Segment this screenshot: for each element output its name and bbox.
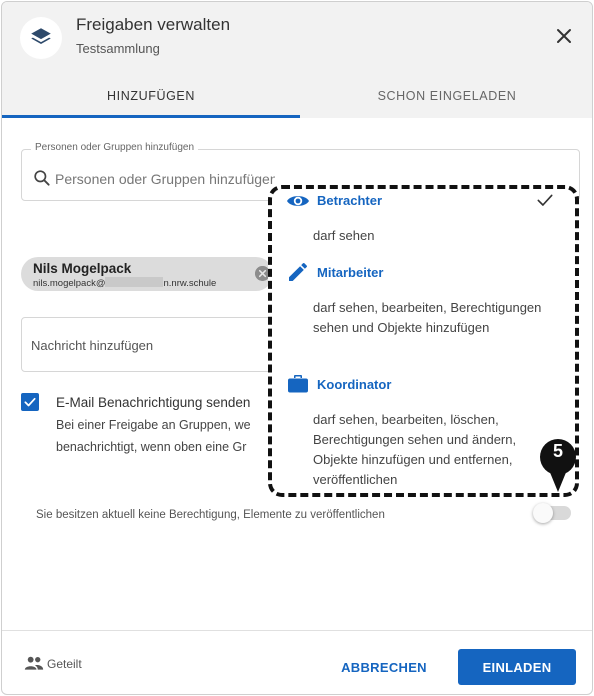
- tab-add[interactable]: HINZUFÜGEN: [2, 78, 300, 118]
- role-option-betrachter[interactable]: Betrachter: [317, 193, 382, 208]
- recipient-name: Nils Mogelpack: [33, 261, 132, 276]
- close-icon[interactable]: [552, 24, 576, 48]
- role-option-koordinator[interactable]: Koordinator: [317, 377, 391, 392]
- role-description-koordinator: darf sehen, bearbeiten, löschen, Berecht…: [313, 412, 517, 487]
- search-input[interactable]: [55, 169, 275, 189]
- dialog-title: Freigaben verwalten: [76, 15, 231, 34]
- search-icon: [34, 170, 50, 186]
- email-notification-checkbox[interactable]: [21, 393, 39, 411]
- tab-already-invited[interactable]: SCHON EINGELADEN: [300, 78, 592, 118]
- publish-toggle[interactable]: [533, 503, 553, 523]
- people-icon: [24, 656, 44, 670]
- footer-divider: [2, 630, 592, 631]
- redacted-text: [105, 277, 164, 287]
- briefcase-icon: [288, 375, 308, 393]
- invite-button[interactable]: EINLADEN: [458, 649, 576, 685]
- search-field-legend: Personen oder Gruppen hinzufügen: [31, 142, 199, 153]
- layers-icon: [31, 28, 51, 44]
- shared-label: Geteilt: [47, 657, 82, 671]
- recipient-email: nils.mogelpack@ n.nrw.schule: [33, 277, 216, 289]
- check-icon: [537, 194, 553, 206]
- pencil-icon: [289, 263, 307, 281]
- role-option-mitarbeiter[interactable]: Mitarbeiter: [317, 265, 383, 280]
- step-marker-number: 5: [552, 441, 563, 461]
- role-description-mitarbeiter: darf sehen, bearbeiten, Berechtigungen s…: [313, 300, 542, 335]
- role-description-betrachter: darf sehen: [313, 228, 375, 243]
- recipient-chip: Nils Mogelpack nils.mogelpack@ n.nrw.schu…: [21, 257, 273, 291]
- dialog-subtitle: Testsammlung: [76, 41, 160, 56]
- notification-help-line-1: Bei einer Freigabe an Gruppen, we: [56, 418, 251, 432]
- message-input[interactable]: [31, 336, 261, 354]
- recipient-email-start: nils.mogelpack@: [33, 278, 106, 289]
- notification-help-line-2: benachrichtigt, wenn oben eine Gr: [56, 440, 247, 454]
- email-notification-label: E-Mail Benachrichtigung senden: [56, 395, 251, 410]
- eye-icon: [287, 196, 309, 206]
- app-logo: [20, 17, 62, 59]
- cancel-button[interactable]: ABBRECHEN: [331, 650, 437, 684]
- publish-permission-text: Sie besitzen aktuell keine Berechtigung,…: [36, 509, 385, 521]
- recipient-email-end: n.nrw.schule: [163, 278, 217, 289]
- checkmark-icon: [24, 397, 36, 407]
